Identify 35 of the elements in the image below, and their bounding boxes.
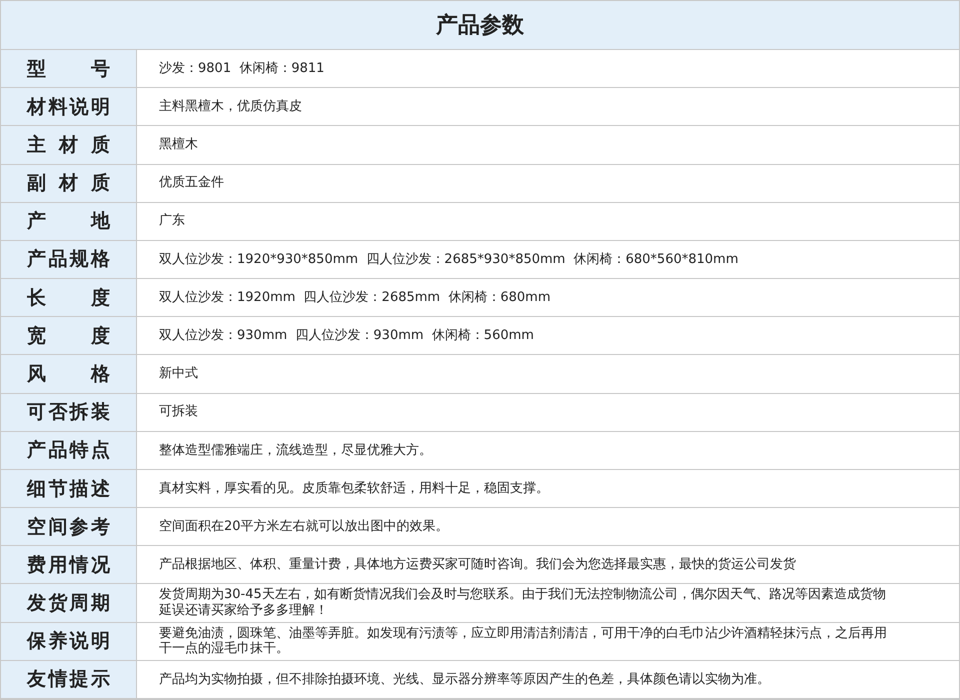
row-value: 发货周期为30-45天左右，如有断货情况我们会及时与您联系。由于我们无法控制物流公司，偶尔因天气、路况等因素造成货物延误还请买家给予多多理解！ — [137, 584, 959, 623]
table-title: 产品参数 — [1, 1, 959, 50]
row-label: 发货周期 — [27, 591, 110, 616]
row-label: 型 号 — [27, 56, 110, 82]
row-value: 要避免油渍，圆珠笔、油墨等弄脏。如发现有污渍等，应立即用清洁剂清洁，可用干净的白毛巾沾少许酒精轻抹污点，之后再用干一点的湿毛巾抹干。 — [137, 622, 959, 661]
row-label: 产品特点 — [27, 438, 110, 464]
row-value: 真材实料，厚实看的见。皮质靠包柔软舒适，用料十足，稳固支撑。 — [137, 470, 959, 508]
row-value: 产品均为实物拍摄，但不排除拍摄环境、光线、显示器分辨率等原因产生的色差，具体颜色请以实物为准。 — [137, 660, 959, 699]
row-label: 主 材 质 — [27, 132, 110, 158]
row-label: 费用情况 — [27, 552, 110, 578]
row-value: 产品根据地区、体积、重量计费，具体地方运费买家可随时咨询。我们会为您选择最实惠，最快的货运公司发货 — [137, 546, 959, 584]
row-label: 可否拆装 — [27, 400, 110, 426]
row-label: 宽 度 — [27, 324, 110, 349]
row-value: 空间面积在20平方米左右就可以放出图中的效果。 — [137, 508, 959, 546]
row-label: 产品规格 — [27, 247, 110, 272]
row-value: 可拆装 — [137, 394, 959, 432]
row-value: 沙发：9801 休闲椅：9811 — [137, 50, 959, 88]
row-value: 优质五金件 — [137, 164, 959, 203]
row-label: 产 地 — [27, 209, 110, 234]
row-value: 主料黑檀木，优质仿真皮 — [137, 88, 959, 126]
row-value: 双人位沙发：1920*930*850mm 四人位沙发：2685*930*850mm 休闲椅：680*560*810mm — [137, 240, 959, 280]
row-value: 双人位沙发：930mm 四人位沙发：930mm 休闲椅：560mm — [137, 317, 959, 356]
row-value: 广东 — [137, 202, 959, 241]
row-label: 副 材 质 — [27, 171, 110, 196]
row-label: 友情提示 — [27, 667, 110, 692]
row-label: 材料说明 — [27, 94, 110, 120]
row-value: 黑檀木 — [137, 126, 959, 165]
row-label: 细节描述 — [27, 476, 110, 502]
row-value: 整体造型儒雅端庄，流线造型，尽显优雅大方。 — [137, 432, 959, 470]
row-value: 双人位沙发：1920mm 四人位沙发：2685mm 休闲椅：680mm — [137, 279, 959, 318]
row-label: 空间参考 — [27, 514, 110, 540]
row-label: 风 格 — [27, 362, 110, 387]
row-value: 新中式 — [137, 355, 959, 394]
row-label: 保养说明 — [27, 629, 110, 654]
row-label: 长 度 — [27, 286, 110, 311]
